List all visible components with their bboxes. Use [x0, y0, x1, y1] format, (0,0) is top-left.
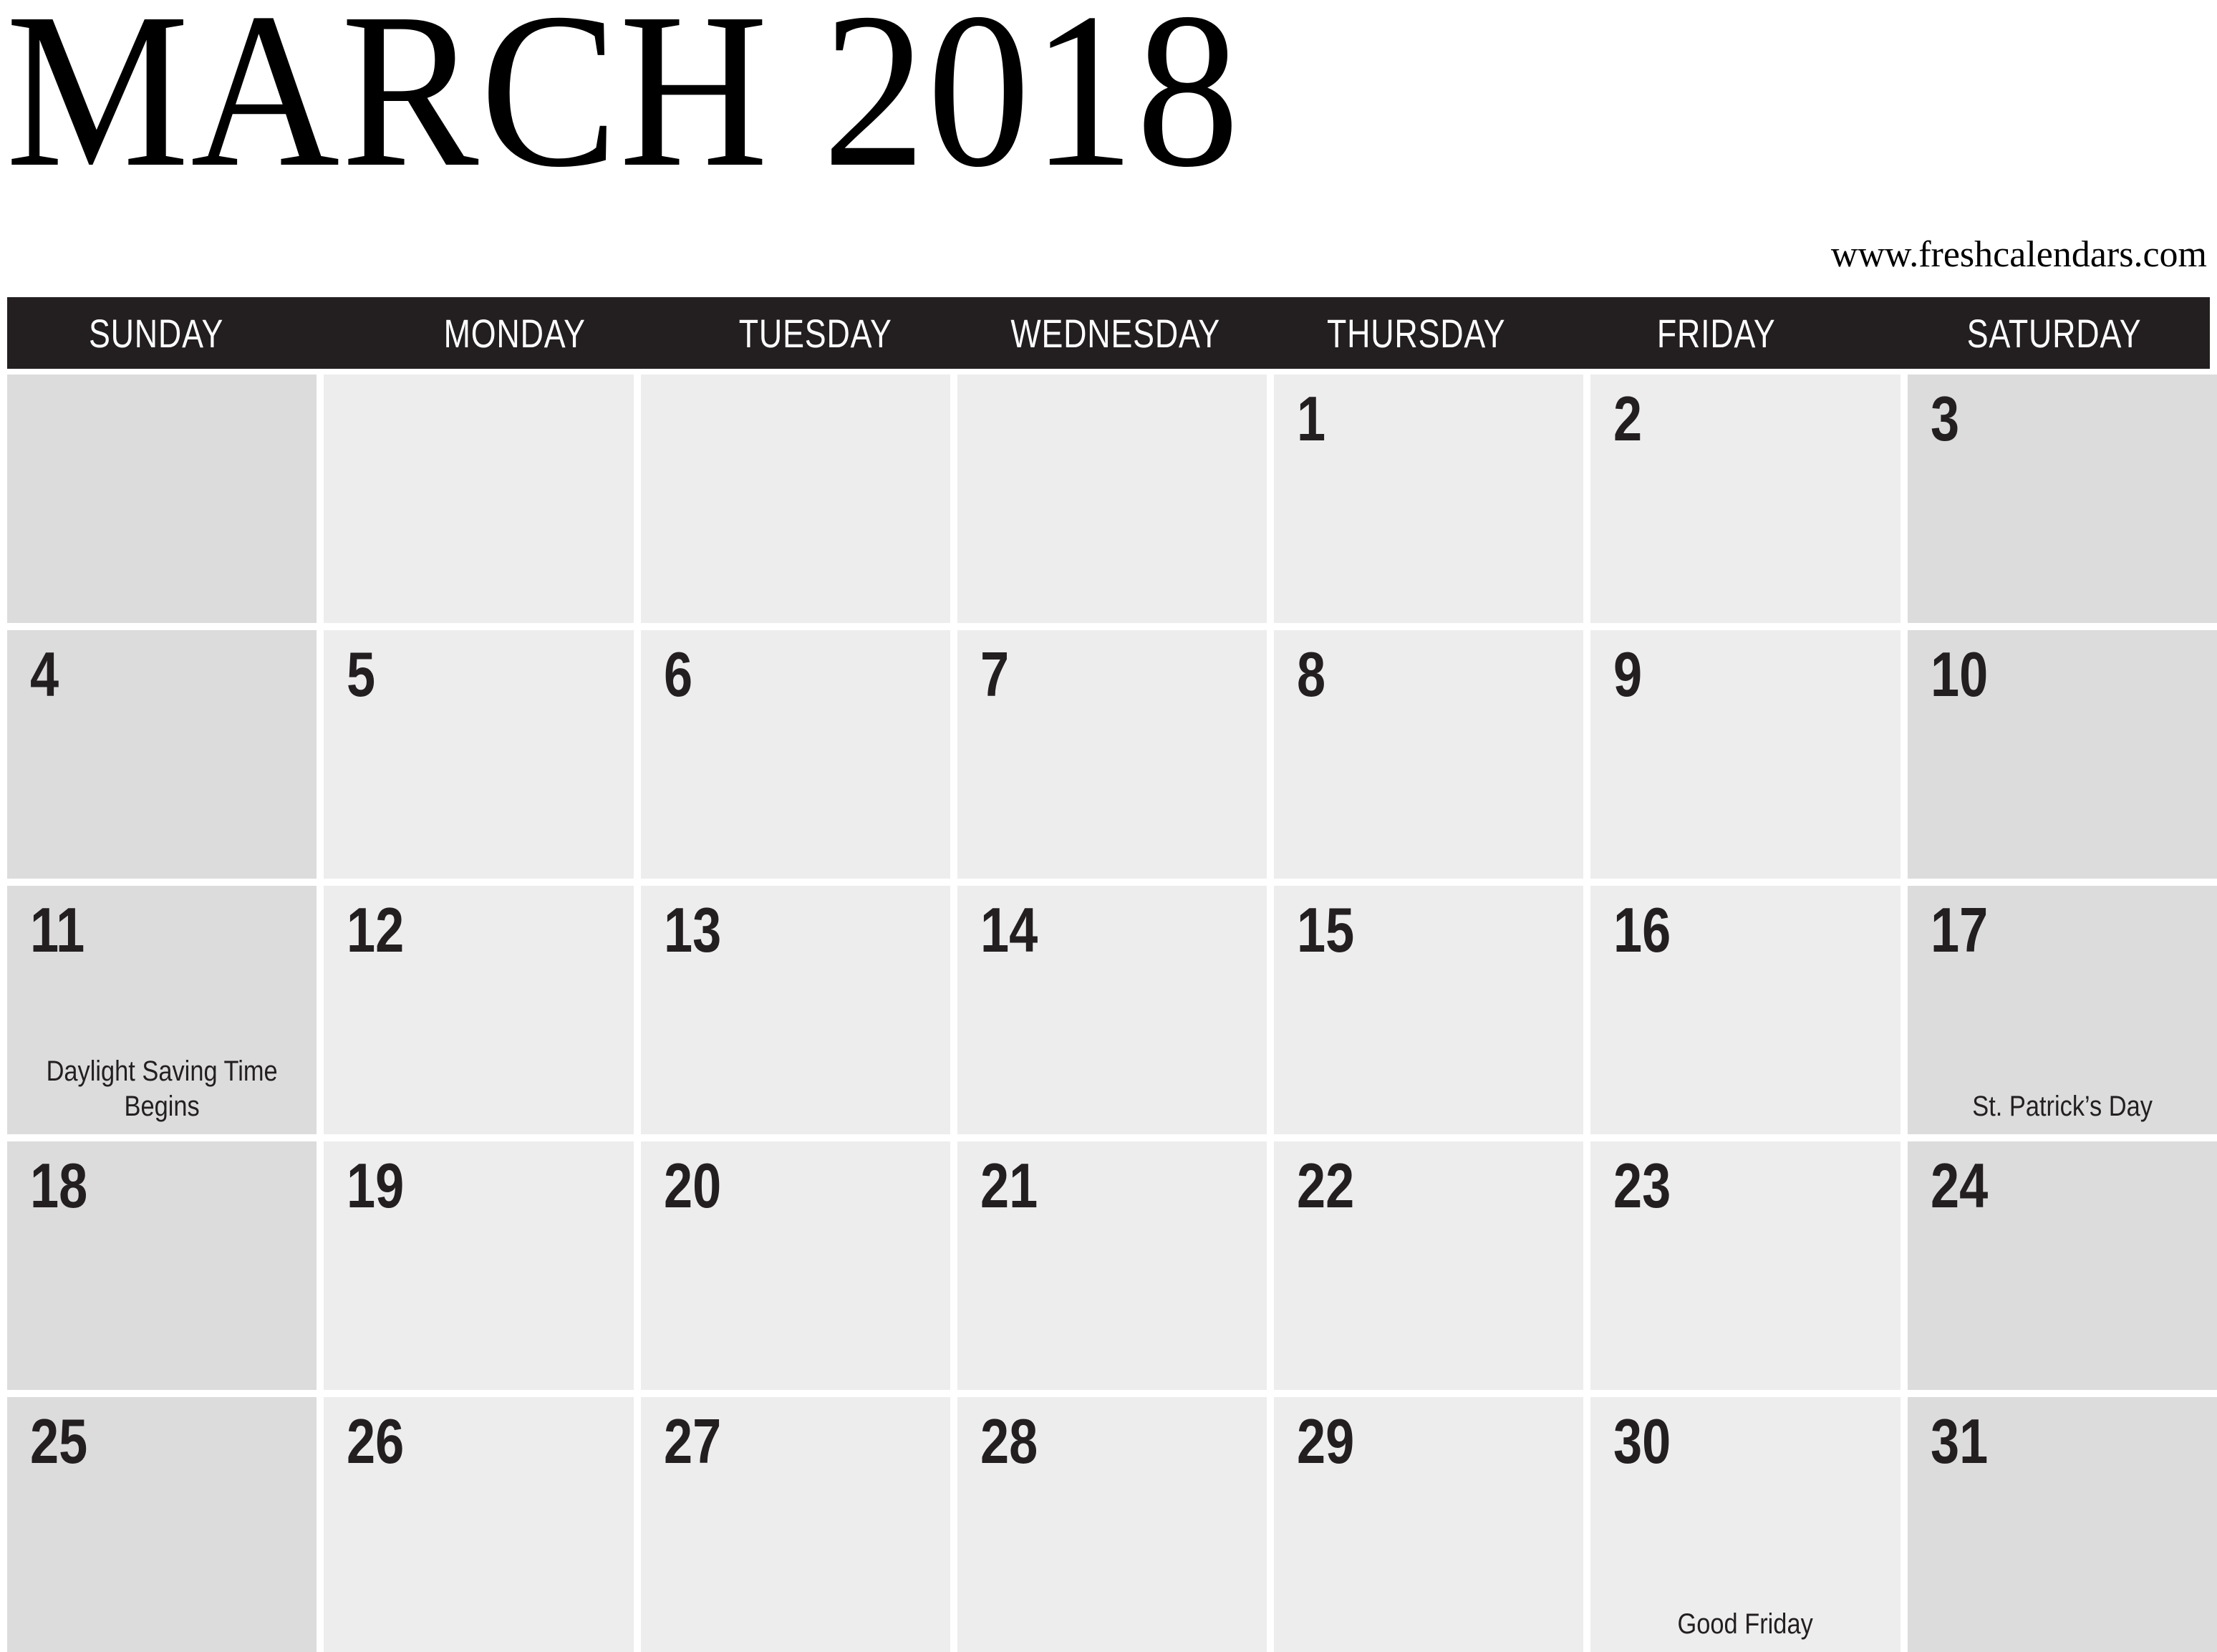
day-cell-15[interactable]: 15 — [1274, 886, 1584, 1134]
day-number: 17 — [1930, 894, 1988, 965]
page-title: MARCH 2018 — [6, 0, 1241, 213]
day-number: 16 — [1613, 894, 1671, 965]
day-number: 2 — [1613, 383, 1643, 454]
day-number: 1 — [1297, 383, 1326, 454]
day-cell-5[interactable]: 5 — [324, 630, 634, 879]
day-cell-27[interactable]: 27 — [640, 1397, 950, 1652]
week-row: 18 19 20 21 22 23 24 — [7, 1141, 2217, 1390]
day-cell-6[interactable]: 6 — [640, 630, 950, 879]
week-row: 25 26 27 28 29 30 Good Friday 31 — [7, 1397, 2217, 1652]
day-cell-23[interactable]: 23 — [1590, 1141, 1900, 1390]
day-cell-18[interactable]: 18 — [7, 1141, 317, 1390]
day-cell-11[interactable]: 11 Daylight Saving Time Begins — [7, 886, 317, 1134]
week-row: 1 2 3 — [7, 375, 2217, 623]
day-number: 6 — [663, 639, 692, 710]
day-number: 30 — [1613, 1406, 1671, 1477]
weekday-header-friday: FRIDAY — [1656, 310, 1776, 356]
day-event-label: Daylight Saving Time Begins — [46, 1056, 278, 1123]
day-event-label: Good Friday — [1677, 1608, 1814, 1641]
day-cell-10[interactable]: 10 — [1907, 630, 2217, 879]
day-cell-8[interactable]: 8 — [1274, 630, 1584, 879]
day-cell-1[interactable]: 1 — [1274, 375, 1584, 623]
day-cell-empty[interactable] — [7, 375, 317, 623]
weekday-header-row: SUNDAY MONDAY TUESDAY WEDNESDAY THURSDAY FRID… — [7, 297, 2210, 369]
day-cell-empty[interactable] — [957, 375, 1267, 623]
day-number: 31 — [1930, 1406, 1988, 1477]
site-url-label: www.freshcalendars.com — [1830, 234, 2207, 275]
day-cell-20[interactable]: 20 — [640, 1141, 950, 1390]
day-cell-30[interactable]: 30 Good Friday — [1590, 1397, 1900, 1652]
day-event-label: St. Patrick’s Day — [1971, 1091, 2153, 1123]
day-number: 8 — [1297, 639, 1326, 710]
week-row: 4 5 6 7 8 9 10 — [7, 630, 2217, 879]
calendar-grid: 1 2 3 4 5 6 7 8 9 10 11 Daylight Saving Time Begins… — [7, 375, 2217, 1652]
day-cell-12[interactable]: 12 — [324, 886, 634, 1134]
day-cell-9[interactable]: 9 — [1590, 630, 1900, 879]
day-number: 19 — [347, 1150, 405, 1221]
day-cell-29[interactable]: 29 — [1274, 1397, 1584, 1652]
day-cell-17[interactable]: 17 St. Patrick’s Day — [1907, 886, 2217, 1134]
day-number: 13 — [663, 894, 721, 965]
weekday-header-wednesday: WEDNESDAY — [1010, 310, 1221, 356]
day-number: 10 — [1930, 639, 1988, 710]
day-cell-26[interactable]: 26 — [324, 1397, 634, 1652]
day-number: 26 — [347, 1406, 405, 1477]
day-number: 23 — [1613, 1150, 1671, 1221]
day-number: 7 — [980, 639, 1009, 710]
day-cell-21[interactable]: 21 — [957, 1141, 1267, 1390]
day-cell-28[interactable]: 28 — [957, 1397, 1267, 1652]
weekday-header-tuesday: TUESDAY — [738, 310, 892, 356]
calendar-header: MARCH 2018 www.freshcalendars.com — [0, 0, 2217, 297]
weekday-header-thursday: THURSDAY — [1326, 310, 1506, 356]
day-cell-7[interactable]: 7 — [957, 630, 1267, 879]
day-number: 28 — [980, 1406, 1038, 1477]
day-cell-31[interactable]: 31 — [1907, 1397, 2217, 1652]
weekday-header-saturday: SATURDAY — [1966, 310, 2142, 356]
day-number: 12 — [347, 894, 405, 965]
day-number: 15 — [1297, 894, 1355, 965]
day-cell-4[interactable]: 4 — [7, 630, 317, 879]
day-number: 20 — [663, 1150, 721, 1221]
day-number: 25 — [30, 1406, 88, 1477]
week-row: 11 Daylight Saving Time Begins 12 13 14 15 16 1… — [7, 886, 2217, 1134]
day-number: 29 — [1297, 1406, 1355, 1477]
day-number: 11 — [30, 894, 85, 965]
day-cell-16[interactable]: 16 — [1590, 886, 1900, 1134]
day-number: 5 — [347, 639, 376, 710]
day-number: 18 — [30, 1150, 88, 1221]
day-number: 14 — [980, 894, 1038, 965]
day-number: 22 — [1297, 1150, 1355, 1221]
day-cell-13[interactable]: 13 — [640, 886, 950, 1134]
day-cell-14[interactable]: 14 — [957, 886, 1267, 1134]
day-cell-25[interactable]: 25 — [7, 1397, 317, 1652]
day-number: 21 — [980, 1150, 1038, 1221]
day-number: 4 — [30, 639, 59, 710]
day-cell-24[interactable]: 24 — [1907, 1141, 2217, 1390]
day-number: 24 — [1930, 1150, 1988, 1221]
day-cell-empty[interactable] — [324, 375, 634, 623]
day-number: 9 — [1613, 639, 1643, 710]
weekday-header-monday: MONDAY — [444, 310, 586, 356]
day-number: 3 — [1930, 383, 1959, 454]
day-cell-19[interactable]: 19 — [324, 1141, 634, 1390]
day-cell-22[interactable]: 22 — [1274, 1141, 1584, 1390]
weekday-header-sunday: SUNDAY — [88, 310, 224, 356]
day-cell-3[interactable]: 3 — [1907, 375, 2217, 623]
day-cell-empty[interactable] — [640, 375, 950, 623]
day-number: 27 — [663, 1406, 721, 1477]
day-cell-2[interactable]: 2 — [1590, 375, 1900, 623]
